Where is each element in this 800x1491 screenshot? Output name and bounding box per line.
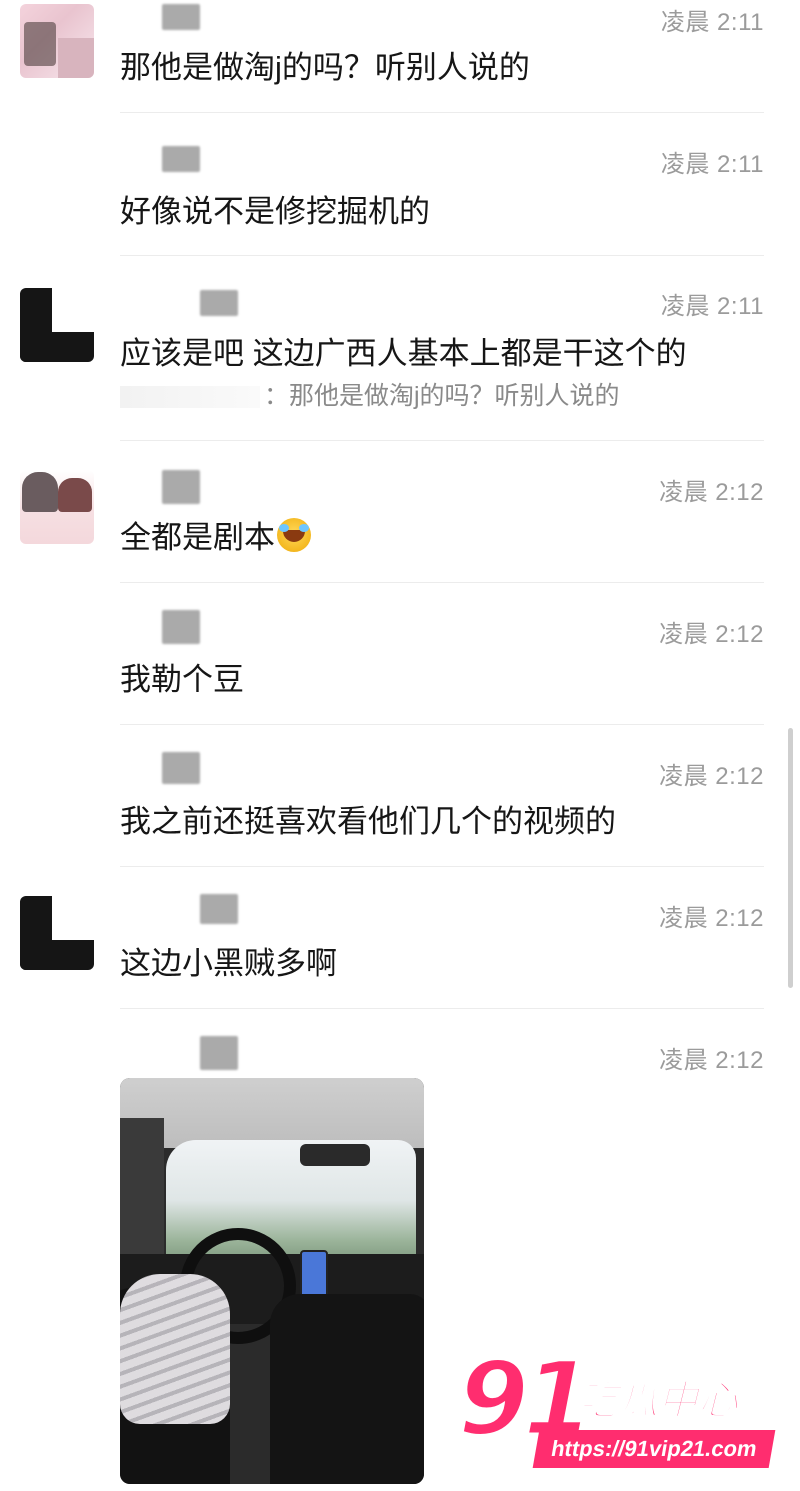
quoted-message[interactable]: ：那他是做淘j的吗？听别人说的	[120, 376, 620, 412]
divider	[120, 255, 764, 256]
sender-name-blurred	[162, 610, 200, 644]
sender-name-blurred	[200, 290, 238, 316]
sender-name-blurred	[162, 470, 200, 504]
divider	[120, 866, 764, 867]
sender-name-blurred	[162, 146, 200, 172]
quoted-message-text: ：那他是做淘j的吗？听别人说的	[264, 382, 620, 410]
message-text[interactable]: 这边小黑贼多啊	[120, 938, 337, 983]
sender-name-blurred	[200, 894, 238, 924]
message-text-content: 全都是剧本	[120, 520, 275, 555]
avatar[interactable]	[20, 470, 94, 544]
passenger-seat	[270, 1294, 424, 1484]
message-text[interactable]: 全都是剧本	[120, 512, 311, 557]
watermark-brand: 吃瓜中心	[577, 1378, 739, 1424]
phone-on-dash	[300, 1250, 328, 1300]
avatar[interactable]	[20, 896, 94, 970]
message-time: 凌晨 2:11	[660, 9, 764, 36]
message-time: 凌晨 2:12	[659, 763, 764, 790]
avatar[interactable]	[20, 4, 94, 78]
car-roof	[120, 1078, 424, 1148]
message-time: 凌晨 2:12	[659, 1047, 764, 1074]
message-image[interactable]	[120, 1078, 424, 1484]
message-text[interactable]: 好像说不是修挖掘机的	[120, 186, 430, 231]
avatar[interactable]	[20, 288, 94, 362]
watermark-logo: 91 吃瓜中心 https://91vip21.com	[452, 1347, 792, 1480]
message-text[interactable]: 应该是吧 这边广西人基本上都是干这个的	[120, 328, 687, 373]
divider	[120, 582, 764, 583]
message-text[interactable]: 我勒个豆	[120, 654, 244, 699]
rearview-mirror	[300, 1144, 370, 1166]
watermark-url: https://91vip21.com	[532, 1430, 776, 1468]
message-time: 凌晨 2:11	[660, 293, 764, 320]
divider	[120, 724, 764, 725]
divider	[120, 112, 764, 113]
sender-name-blurred	[162, 752, 200, 784]
sender-name-blurred	[162, 4, 200, 30]
message-text[interactable]: 我之前还挺喜欢看他们几个的视频的	[120, 796, 616, 841]
divider	[120, 440, 764, 441]
sender-name-blurred	[200, 1036, 238, 1070]
driver-arm	[120, 1274, 230, 1424]
message-text[interactable]: 那他是做淘j的吗？听别人说的	[120, 42, 530, 87]
message-time: 凌晨 2:12	[659, 479, 764, 506]
message-time: 凌晨 2:12	[659, 905, 764, 932]
scrollbar[interactable]	[788, 728, 793, 988]
crying-laughing-emoji-icon	[277, 518, 311, 552]
message-time: 凌晨 2:11	[660, 151, 764, 178]
divider	[120, 1008, 764, 1009]
message-time: 凌晨 2:12	[659, 621, 764, 648]
quoted-sender-blurred	[120, 386, 260, 409]
